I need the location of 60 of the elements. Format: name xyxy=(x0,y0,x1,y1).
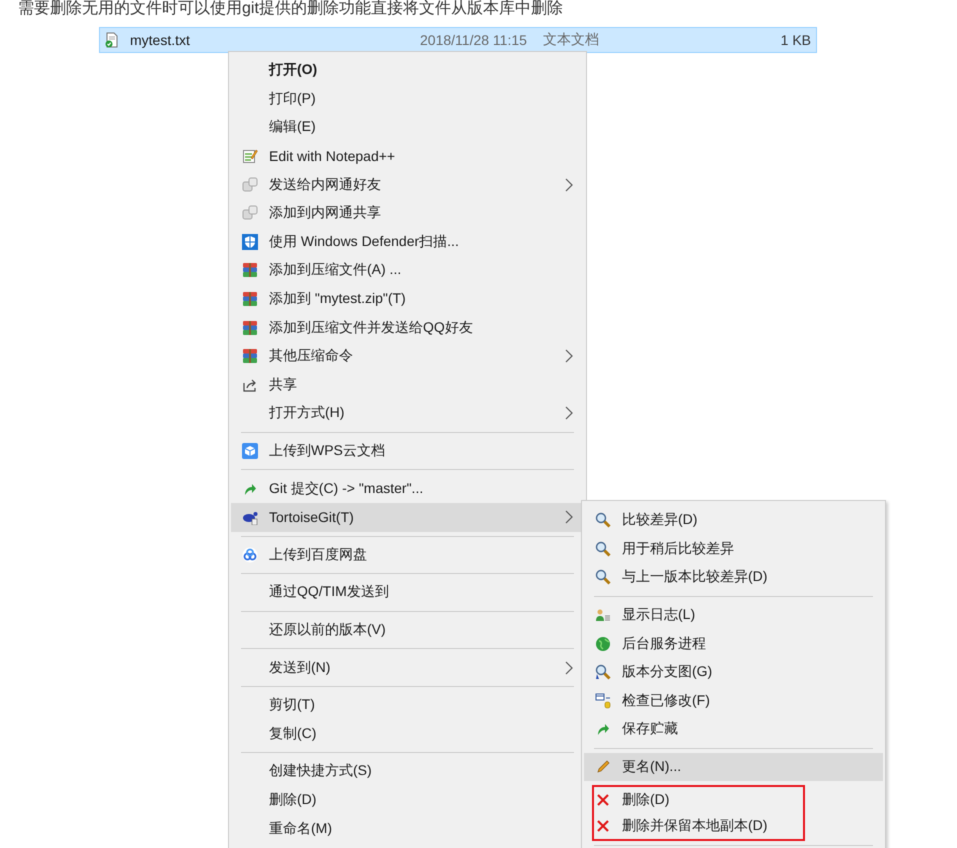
file-name: mytest.txt xyxy=(130,32,191,48)
menu-item[interactable]: 还原以前的版本(V) xyxy=(231,616,584,644)
menu-item[interactable]: 创建快捷方式(S) xyxy=(231,757,584,786)
file-row[interactable]: mytest.txt 2018/11/28 11:15 文本文档 1 KB xyxy=(99,27,817,53)
magnifier-icon xyxy=(595,569,611,586)
globe-icon xyxy=(595,636,611,652)
menu-item[interactable]: 更名(N)... xyxy=(584,752,883,782)
archive-books-icon xyxy=(242,320,258,336)
menu-item[interactable]: 添加到压缩文件(A) ... xyxy=(231,256,584,285)
file-type: 文本文档 xyxy=(543,31,599,49)
menu-item[interactable]: 发送到(N) xyxy=(231,653,584,682)
archive-books-icon xyxy=(242,291,258,308)
menu-item[interactable]: 其他压缩命令 xyxy=(231,342,584,371)
share-icon xyxy=(242,376,258,393)
menu-item[interactable]: Git 提交(C) -> "master"... xyxy=(231,474,584,503)
cross-icon xyxy=(595,792,611,808)
file-list-icon xyxy=(595,692,611,709)
shield-icon xyxy=(242,234,258,250)
archive-books-icon xyxy=(242,262,258,278)
menu-item[interactable]: 编辑(E) xyxy=(231,113,584,142)
archive-books-icon xyxy=(242,348,258,364)
cross-icon xyxy=(595,818,611,834)
menu-item[interactable]: 版本分支图(G) xyxy=(584,658,883,687)
menu-item[interactable]: 剪切(T) xyxy=(231,690,584,720)
menu-item[interactable]: 打印(P) xyxy=(231,84,584,114)
notepad-icon xyxy=(242,148,258,164)
menu-item[interactable]: 后台服务进程 xyxy=(584,629,883,658)
menu-item[interactable]: 比较差异(D) xyxy=(584,506,883,535)
menu-item[interactable]: 删除(D) xyxy=(231,786,584,814)
pencil-icon xyxy=(595,759,611,776)
file-date: 2018/11/28 11:15 xyxy=(420,32,528,48)
menu-item[interactable]: 通过QQ/TIM发送到 xyxy=(231,578,584,607)
menu-item[interactable]: 用于稍后比较差异 xyxy=(584,534,883,564)
menu-item[interactable]: Edit with Notepad++ xyxy=(231,142,584,170)
menu-item[interactable]: 发送给内网通好友 xyxy=(231,170,584,199)
menu-item[interactable]: 打开方式(H) xyxy=(231,399,584,428)
menu-item[interactable]: 添加到 "mytest.zip"(T) xyxy=(231,284,584,314)
person-icon xyxy=(595,607,611,624)
magnifier-icon xyxy=(595,512,611,528)
magnifier-icon xyxy=(595,540,611,557)
menu-item[interactable]: 保存贮藏 xyxy=(584,715,883,744)
menu-item[interactable]: 与上一版本比较差异(D) xyxy=(584,563,883,592)
file-icon xyxy=(104,32,120,48)
menu-item[interactable]: TortoiseGit(T) xyxy=(231,502,584,532)
menu-item[interactable]: 使用 Windows Defender扫描... xyxy=(231,228,584,256)
menu-item[interactable]: 添加到压缩文件并发送给QQ好友 xyxy=(231,313,584,342)
menu-item[interactable]: 重命名(M) xyxy=(231,814,584,843)
menu-item[interactable]: 显示日志(L) xyxy=(584,600,883,630)
menu-item[interactable]: 添加到内网通共享 xyxy=(231,198,584,228)
menu-item[interactable]: 上传到WPS云文档 xyxy=(231,436,584,466)
menu-item[interactable]: 上传到百度网盘 xyxy=(231,540,584,570)
menu-item[interactable]: 删除并保留本地副本(D) xyxy=(584,813,803,840)
cube-icon xyxy=(242,443,258,460)
menu-item[interactable]: 检查已修改(F) xyxy=(584,686,883,716)
file-size: 1 KB xyxy=(780,32,811,48)
menu-item[interactable]: 删除(D) xyxy=(584,787,803,814)
menu-item[interactable]: 共享 xyxy=(231,370,584,400)
menu-item[interactable]: 复制(C) xyxy=(231,719,584,748)
magnifier-icon xyxy=(595,664,611,680)
menu-item[interactable]: 打开(O) xyxy=(231,56,584,85)
